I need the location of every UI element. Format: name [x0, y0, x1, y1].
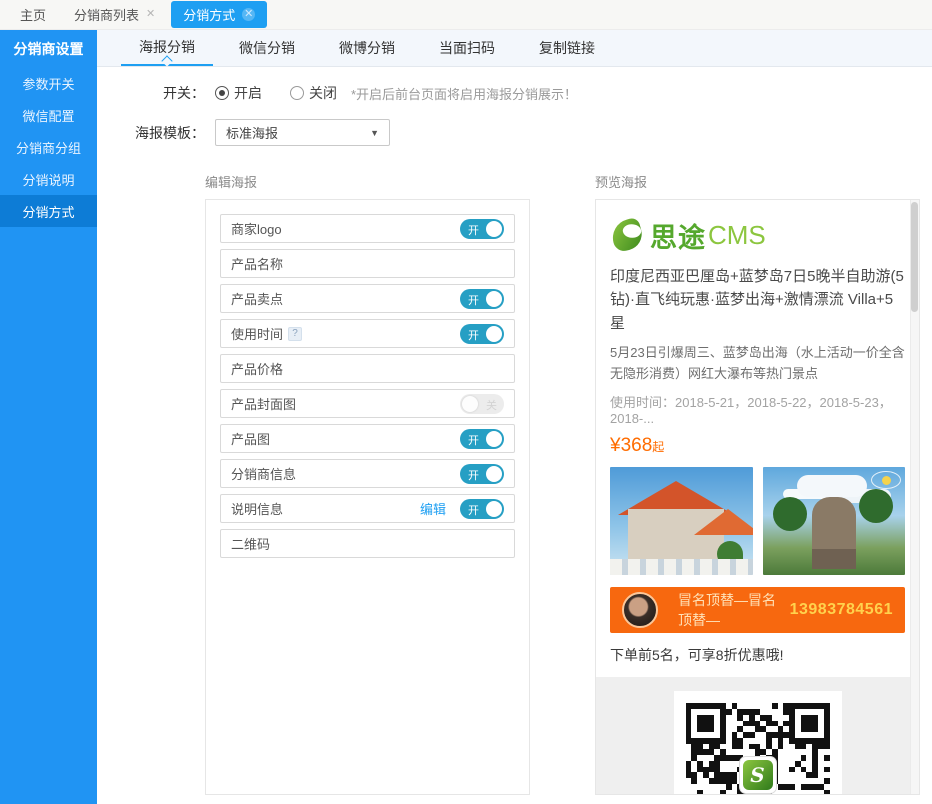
product-title: 印度尼西亚巴厘岛+蓝梦岛7日5晚半自助游(5钻)·直飞纯玩惠·蓝梦出海+激情漂流…: [610, 265, 905, 335]
page-tab-0[interactable]: 主页: [8, 1, 58, 28]
edit-item-9: 二维码: [220, 529, 515, 558]
product-image-temple: [763, 467, 906, 575]
page-tab-2[interactable]: 分销方式 ✕: [171, 1, 267, 28]
nav-tab-3[interactable]: 当面扫码: [421, 30, 513, 66]
product-images: [610, 467, 905, 575]
switch-label: 开关：: [97, 83, 205, 103]
nav-tabs: 海报分销微信分销微博分销当面扫码复制链接: [97, 30, 932, 67]
switch-note: *开启后前台页面将启用海报分销展示！: [351, 84, 577, 103]
promo-text: 下单前5名，可享8折优惠哦!: [610, 645, 905, 665]
preview-poster-title: 预览海报: [595, 172, 920, 191]
logo-brand-text: 思途: [650, 216, 706, 255]
switch-row: 开关： 开启 关闭 *开启后前台页面将启用海报分销展示！: [97, 83, 932, 103]
edit-item-label: 使用时间: [231, 324, 283, 343]
sidebar-item-0[interactable]: 参数开关: [0, 67, 97, 99]
sidebar-item-3[interactable]: 分销说明: [0, 163, 97, 195]
template-label: 海报模板：: [97, 123, 205, 143]
content: 海报分销微信分销微博分销当面扫码复制链接 开关： 开启 关闭 *开启后前台页面将…: [97, 30, 932, 804]
edit-poster-column: 编辑海报 商家logo开产品名称产品卖点开使用时间?开产品价格产品封面图关产品图…: [205, 162, 530, 795]
radio-on-icon[interactable]: [215, 86, 229, 100]
distributor-avatar: [622, 592, 658, 628]
nav-tab-0[interactable]: 海报分销: [121, 30, 213, 66]
radio-off-label: 关闭: [309, 83, 337, 103]
edit-item-label: 商家logo: [231, 219, 282, 238]
settings-form: 开关： 开启 关闭 *开启后前台页面将启用海报分销展示！ 海报模板： 标准海报 …: [97, 67, 932, 146]
edit-link[interactable]: 编辑: [420, 499, 446, 518]
edit-item-6: 产品图 开: [220, 424, 515, 453]
close-icon[interactable]: ✕: [146, 9, 155, 20]
edit-item-4: 产品价格: [220, 354, 515, 383]
edit-item-label: 说明信息: [231, 499, 283, 518]
toggle-on[interactable]: 开: [460, 289, 504, 309]
edit-item-label: 产品名称: [231, 254, 283, 273]
radio-off[interactable]: 关闭: [290, 83, 337, 103]
product-price: ¥368起: [610, 435, 905, 457]
edit-item-1: 产品名称: [220, 249, 515, 278]
edit-item-5: 产品封面图 关: [220, 389, 515, 418]
sidebar-item-4[interactable]: 分销方式: [0, 195, 97, 227]
distributor-phone: 13983784561: [790, 601, 893, 619]
qr-section: S: [596, 677, 919, 795]
preview-poster-column: 预览海报 思途 CMS 印度尼西亚巴厘岛+蓝梦岛7日5晚半自助游(5钻)·直飞纯…: [595, 162, 920, 795]
edit-item-label: 产品封面图: [231, 394, 296, 413]
radio-off-icon[interactable]: [290, 86, 304, 100]
nav-tab-4[interactable]: 复制链接: [521, 30, 613, 66]
page-tab-label: 分销方式: [183, 5, 235, 24]
page-tab-label: 主页: [20, 5, 46, 24]
edit-item-label: 分销商信息: [231, 464, 296, 483]
edit-item-0: 商家logo 开: [220, 214, 515, 243]
preview-poster-panel: 思途 CMS 印度尼西亚巴厘岛+蓝梦岛7日5晚半自助游(5钻)·直飞纯玩惠·蓝梦…: [595, 199, 920, 795]
nav-tab-2[interactable]: 微博分销: [321, 30, 413, 66]
help-icon[interactable]: ?: [288, 327, 302, 341]
edit-poster-title: 编辑海报: [205, 172, 530, 191]
radio-on[interactable]: 开启: [215, 83, 262, 103]
edit-item-2: 产品卖点 开: [220, 284, 515, 313]
use-time: 使用时间：2018-5-21，2018-5-22，2018-5-23，2018-…: [610, 392, 905, 426]
sidebar-items: 参数开关微信配置分销商分组分销说明分销方式: [0, 67, 97, 227]
nav-tab-1[interactable]: 微信分销: [221, 30, 313, 66]
toggle-on[interactable]: 开: [460, 219, 504, 239]
edit-item-label: 二维码: [231, 534, 270, 553]
merchant-logo: 思途 CMS: [610, 216, 905, 255]
edit-item-label: 产品卖点: [231, 289, 283, 308]
edit-item-label: 产品图: [231, 429, 270, 448]
preview-scrollbar-thumb[interactable]: [911, 202, 918, 312]
edit-item-3: 使用时间? 开: [220, 319, 515, 348]
poster-template-value: 标准海报: [226, 123, 278, 142]
price-suffix: 起: [652, 440, 664, 454]
sidebar-header: 分销商设置: [0, 30, 97, 67]
preview-scrollbar[interactable]: [910, 200, 919, 794]
edit-poster-panel: 商家logo开产品名称产品卖点开使用时间?开产品价格产品封面图关产品图开分销商信…: [205, 199, 530, 795]
sidebar: 分销商设置 参数开关微信配置分销商分组分销说明分销方式: [0, 30, 97, 804]
radio-on-label: 开启: [234, 83, 262, 103]
edit-item-label: 产品价格: [231, 359, 283, 378]
chevron-down-icon: ▼: [370, 128, 379, 138]
watermark-icon: [871, 471, 901, 489]
edit-item-8: 说明信息 编辑开: [220, 494, 515, 523]
qr-center-logo-icon: S: [739, 756, 777, 794]
product-selling-point: 5月23日引爆周三、蓝梦岛出海（水上活动一价全含无隐形消费）网红大瀑布等热门景点: [610, 343, 905, 385]
poster-template-select[interactable]: 标准海报 ▼: [215, 119, 390, 146]
toggle-on[interactable]: 开: [460, 324, 504, 344]
template-row: 海报模板： 标准海报 ▼: [97, 119, 932, 146]
toggle-off[interactable]: 关: [460, 394, 504, 414]
product-image-beach-house: [610, 467, 753, 575]
edit-item-7: 分销商信息 开: [220, 459, 515, 488]
logo-suffix-text: CMS: [708, 220, 766, 251]
qr-card: S: [674, 691, 842, 795]
page-tab-1[interactable]: 分销商列表 ✕: [62, 1, 167, 28]
sidebar-item-1[interactable]: 微信配置: [0, 99, 97, 131]
distributor-info-bar: 冒名顶替—冒名顶替— 13983784561: [610, 587, 905, 633]
page-tab-label: 分销商列表: [74, 5, 139, 24]
toggle-on[interactable]: 开: [460, 499, 504, 519]
toggle-on[interactable]: 开: [460, 464, 504, 484]
toggle-on[interactable]: 开: [460, 429, 504, 449]
situ-leaf-icon: [610, 218, 646, 254]
page-tab-bar: 主页 分销商列表 ✕ 分销方式 ✕: [0, 0, 932, 30]
price-value: ¥368: [610, 435, 652, 456]
sidebar-item-2[interactable]: 分销商分组: [0, 131, 97, 163]
distributor-name: 冒名顶替—冒名顶替—: [678, 590, 790, 630]
close-icon[interactable]: ✕: [242, 8, 255, 21]
